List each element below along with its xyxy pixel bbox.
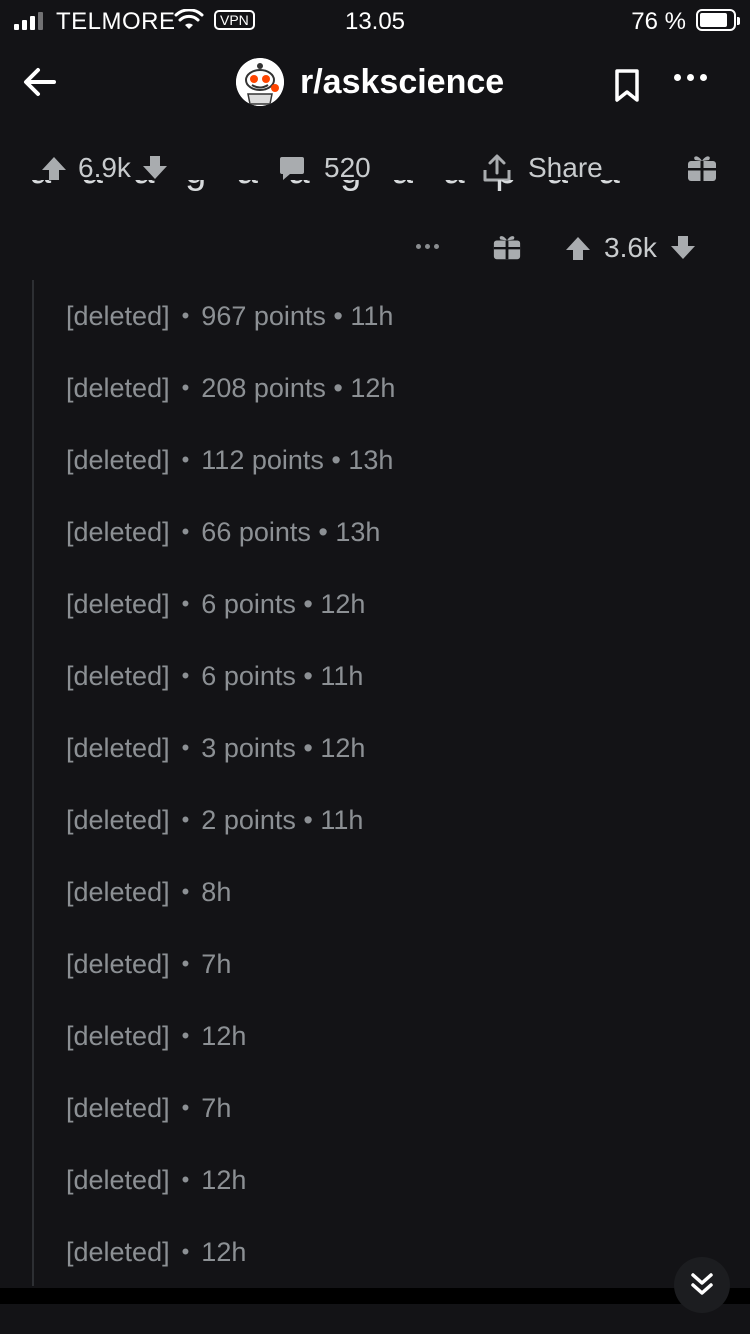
comment-gift-icon[interactable] [492,232,522,262]
comment-meta: 12h [201,1236,247,1267]
app-header: r/askscience [0,44,750,128]
comment-author: [deleted] [66,1092,170,1123]
comment-author: [deleted] [66,876,170,907]
section-divider [0,1288,750,1304]
collapsed-comment[interactable]: [deleted] • 6 points • 11h [66,640,395,712]
comment-author: [deleted] [66,516,170,547]
collapsed-comment[interactable]: [deleted] • 8h [66,856,395,928]
comment-vote-count: 3.6k [604,232,657,263]
comment-author: [deleted] [66,1020,170,1051]
subreddit-name: r/askscience [300,62,505,101]
bookmark-icon[interactable] [612,68,642,104]
comment-author: [deleted] [66,732,170,763]
comment-author: [deleted] [66,660,170,691]
comment-more-icon[interactable] [416,244,439,249]
carrier-name: TELMORE [56,8,176,35]
gift-icon[interactable] [686,152,718,184]
subreddit-title[interactable]: r/askscience [236,58,504,106]
more-icon[interactable] [674,74,707,81]
signal-icon [14,10,43,30]
comment-author: [deleted] [66,372,170,403]
comment-vote-group: 3.6k [564,218,697,278]
downvote-icon[interactable] [141,154,169,182]
comment-author: [deleted] [66,804,170,835]
comment-author: [deleted] [66,1236,170,1267]
collapsed-comment[interactable]: [deleted] • 208 points • 12h [66,352,395,424]
collapsed-comment[interactable]: [deleted] • 7h [66,1072,395,1144]
comment-meta: 8h [201,876,232,907]
comment-icon [278,154,306,182]
thread-line [32,280,34,1286]
collapsed-comment[interactable]: [deleted] • 2 points • 11h [66,784,395,856]
comment-meta: 208 points • 12h [201,372,396,403]
comment-meta: 12h [201,1020,247,1051]
comment-meta: 6 points • 11h [201,660,364,691]
comment-meta: 66 points • 13h [201,516,381,547]
vpn-badge: VPN [214,10,255,30]
subreddit-avatar [236,58,284,106]
collapsed-comment[interactable]: [deleted] • 6 points • 12h [66,568,395,640]
clipped-comment-text: a a a g a a g a a p a a a a [30,180,650,212]
wifi-icon [174,9,204,31]
comment-meta: 12h [201,1164,247,1195]
collapsed-comment[interactable]: [deleted] • 3 points • 12h [66,712,395,784]
comment-author: [deleted] [66,588,170,619]
battery-percent: 76 % [631,8,686,35]
battery-icon [696,9,740,31]
collapsed-comment[interactable]: [deleted] • 12h [66,1000,395,1072]
collapsed-comment[interactable]: [deleted] • 7h [66,928,395,1000]
collapsed-comment[interactable]: [deleted] • 967 points • 11h [66,280,395,352]
comment-author: [deleted] [66,444,170,475]
collapsed-comment[interactable]: [deleted] • 66 points • 13h [66,496,395,568]
comment-meta: 6 points • 12h [201,588,366,619]
comment-upvote-icon[interactable] [564,234,592,262]
collapsed-comment[interactable]: [deleted] • 112 points • 13h [66,424,395,496]
comment-meta: 112 points • 13h [201,444,394,475]
share-icon [482,153,512,183]
comment-downvote-icon[interactable] [669,234,697,262]
comment-meta: 2 points • 11h [201,804,364,835]
collapsed-comment[interactable]: [deleted] • 12h [66,1216,395,1288]
comment-meta: 3 points • 12h [201,732,366,763]
collapsed-comment[interactable]: [deleted] • 12h [66,1144,395,1216]
comment-author: [deleted] [66,1164,170,1195]
status-bar: TELMORE VPN 13.05 76 % [0,0,750,44]
comment-author: [deleted] [66,300,170,331]
comment-author: [deleted] [66,948,170,979]
jump-down-icon[interactable] [674,1257,730,1313]
comment-meta: 7h [201,948,232,979]
back-arrow-icon[interactable] [20,62,60,102]
comment-action-row: 3.6k [0,218,750,278]
comment-meta: 967 points • 11h [201,300,394,331]
upvote-icon[interactable] [40,154,68,182]
comment-meta: 7h [201,1092,232,1123]
collapsed-thread: [deleted] • 967 points • 11h [deleted] • 208… [66,280,395,1288]
